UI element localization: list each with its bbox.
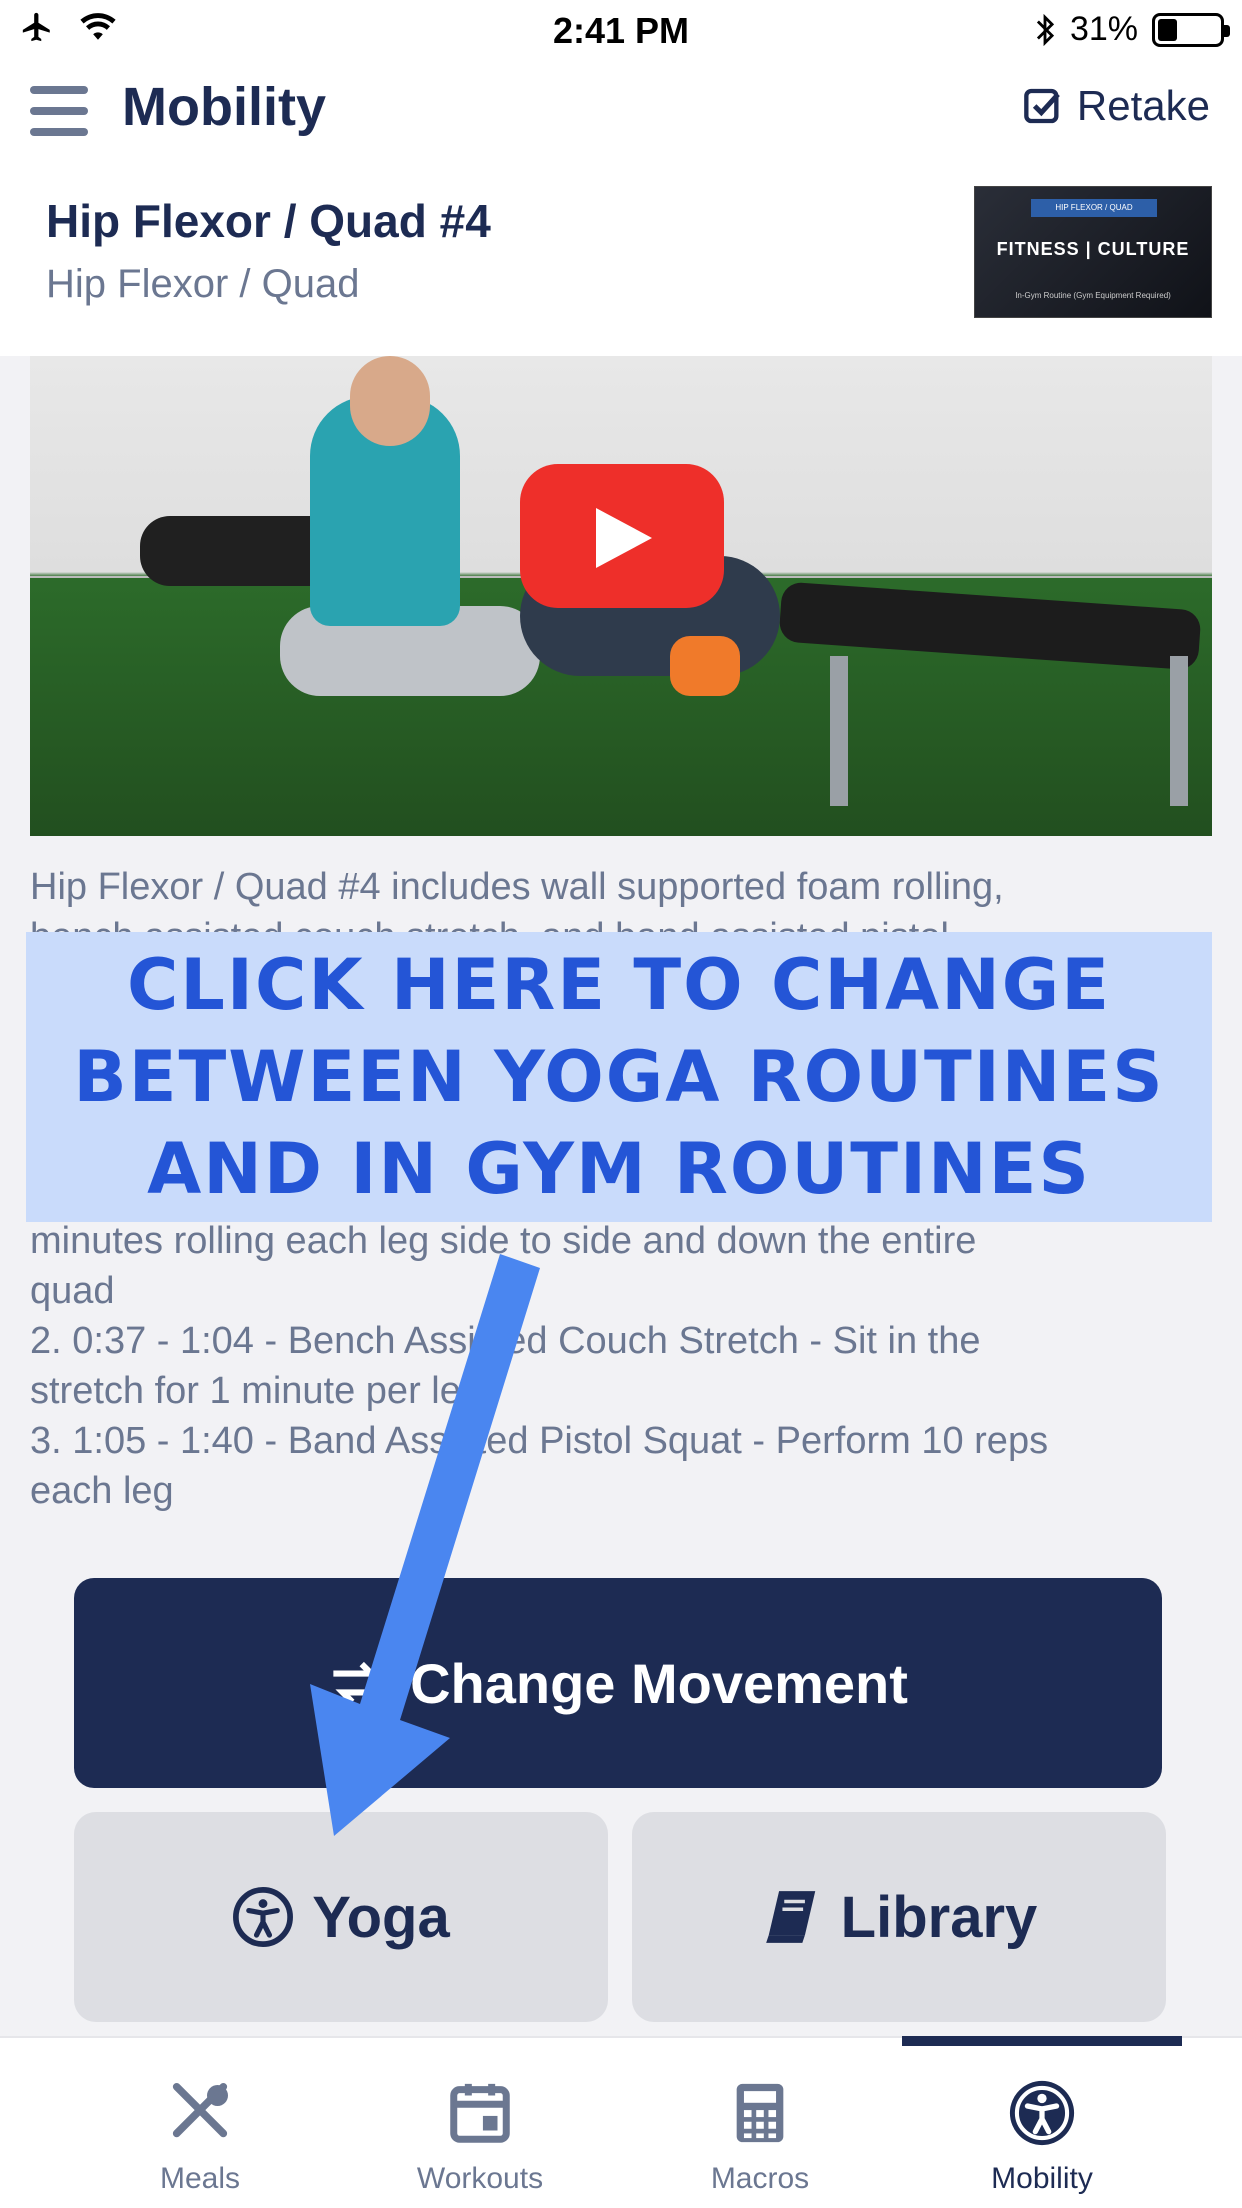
change-movement-button[interactable]: Change Movement <box>74 1578 1162 1788</box>
tab-meals[interactable]: Meals <box>100 2078 300 2198</box>
video-bench-leg <box>1170 656 1188 806</box>
exercise-thumbnail[interactable]: HIP FLEXOR / QUAD FITNESS | CULTURE In-G… <box>974 186 1212 318</box>
bluetooth-icon <box>1036 13 1055 46</box>
description-line: 2. 0:37 - 1:04 - Bench Assisted Couch St… <box>30 1320 981 1362</box>
tab-macros[interactable]: Macros <box>660 2078 860 2198</box>
retake-button[interactable]: Retake <box>1023 82 1210 130</box>
active-tab-indicator <box>902 2036 1182 2046</box>
description-line: 3. 1:05 - 1:40 - Band Assisted Pistol Sq… <box>30 1420 1049 1462</box>
page-title: Mobility <box>122 77 326 137</box>
tab-bar: Meals Workouts Macros Mobility <box>0 2036 1242 2208</box>
video-person-head <box>350 356 430 446</box>
status-right: 31% <box>1034 10 1230 49</box>
accessibility-icon <box>1009 2080 1075 2146</box>
description-line: minutes rolling each leg side to side an… <box>30 1220 977 1262</box>
yoga-button[interactable]: Yoga <box>74 1812 608 2022</box>
annotation-line: CLICK HERE TO CHANGE <box>126 944 1112 1026</box>
video-foam-roller <box>670 636 740 696</box>
battery-fill <box>1158 18 1177 41</box>
status-bar: 2:41 PM 31% <box>0 0 1242 62</box>
tab-mobility[interactable]: Mobility <box>942 2078 1142 2198</box>
description-line: each leg <box>30 1470 174 1512</box>
swap-icon <box>333 1661 381 1705</box>
thumbnail-brand: FITNESS | CULTURE <box>996 239 1190 259</box>
description-bottom: minutes rolling each leg side to side an… <box>30 1216 1220 1516</box>
checkbox-icon <box>1024 88 1060 124</box>
description-line: Hip Flexor / Quad #4 includes wall suppo… <box>30 866 1004 908</box>
tab-label: Workouts <box>416 2162 544 2195</box>
battery-icon <box>1152 12 1230 47</box>
calendar-icon <box>450 2083 510 2143</box>
description-line: stretch for 1 minute per leg <box>30 1370 482 1412</box>
annotation-line: AND IN GYM ROUTINES <box>147 1128 1091 1210</box>
book-icon <box>765 1891 815 1943</box>
accessibility-icon <box>233 1887 294 1947</box>
yoga-label: Yoga <box>312 1884 450 1950</box>
thumbnail-note: In-Gym Routine (Gym Equipment Required) <box>1015 291 1171 300</box>
library-button[interactable]: Library <box>632 1812 1166 2022</box>
battery-percent: 31% <box>1069 10 1138 48</box>
retake-label: Retake <box>1076 82 1210 129</box>
video-bench-leg <box>830 656 848 806</box>
nav-bar: Mobility Retake <box>0 62 1242 174</box>
menu-icon[interactable] <box>30 86 88 136</box>
play-icon <box>596 508 652 568</box>
annotation-overlay: CLICK HERE TO CHANGE BETWEEN YOGA ROUTIN… <box>26 932 1212 1222</box>
video-player[interactable] <box>30 356 1212 836</box>
change-movement-label: Change Movement <box>410 1651 908 1715</box>
play-button[interactable] <box>520 464 724 608</box>
thumbnail-tag: HIP FLEXOR / QUAD <box>1031 199 1157 217</box>
exercise-title: Hip Flexor / Quad #4 <box>46 195 491 247</box>
tab-workouts[interactable]: Workouts <box>380 2078 580 2198</box>
exercise-subtitle: Hip Flexor / Quad <box>46 262 360 306</box>
tab-label: Macros <box>710 2162 810 2195</box>
description-line: quad <box>30 1270 115 1312</box>
calculator-icon <box>736 2083 784 2143</box>
tab-label: Meals <box>159 2162 241 2195</box>
library-label: Library <box>840 1884 1038 1950</box>
tab-label: Mobility <box>991 2162 1093 2195</box>
exercise-header: Hip Flexor / Quad #4 Hip Flexor / Quad H… <box>0 174 1242 356</box>
annotation-line: BETWEEN YOGA ROUTINES <box>73 1036 1165 1118</box>
utensils-icon <box>172 2082 228 2138</box>
